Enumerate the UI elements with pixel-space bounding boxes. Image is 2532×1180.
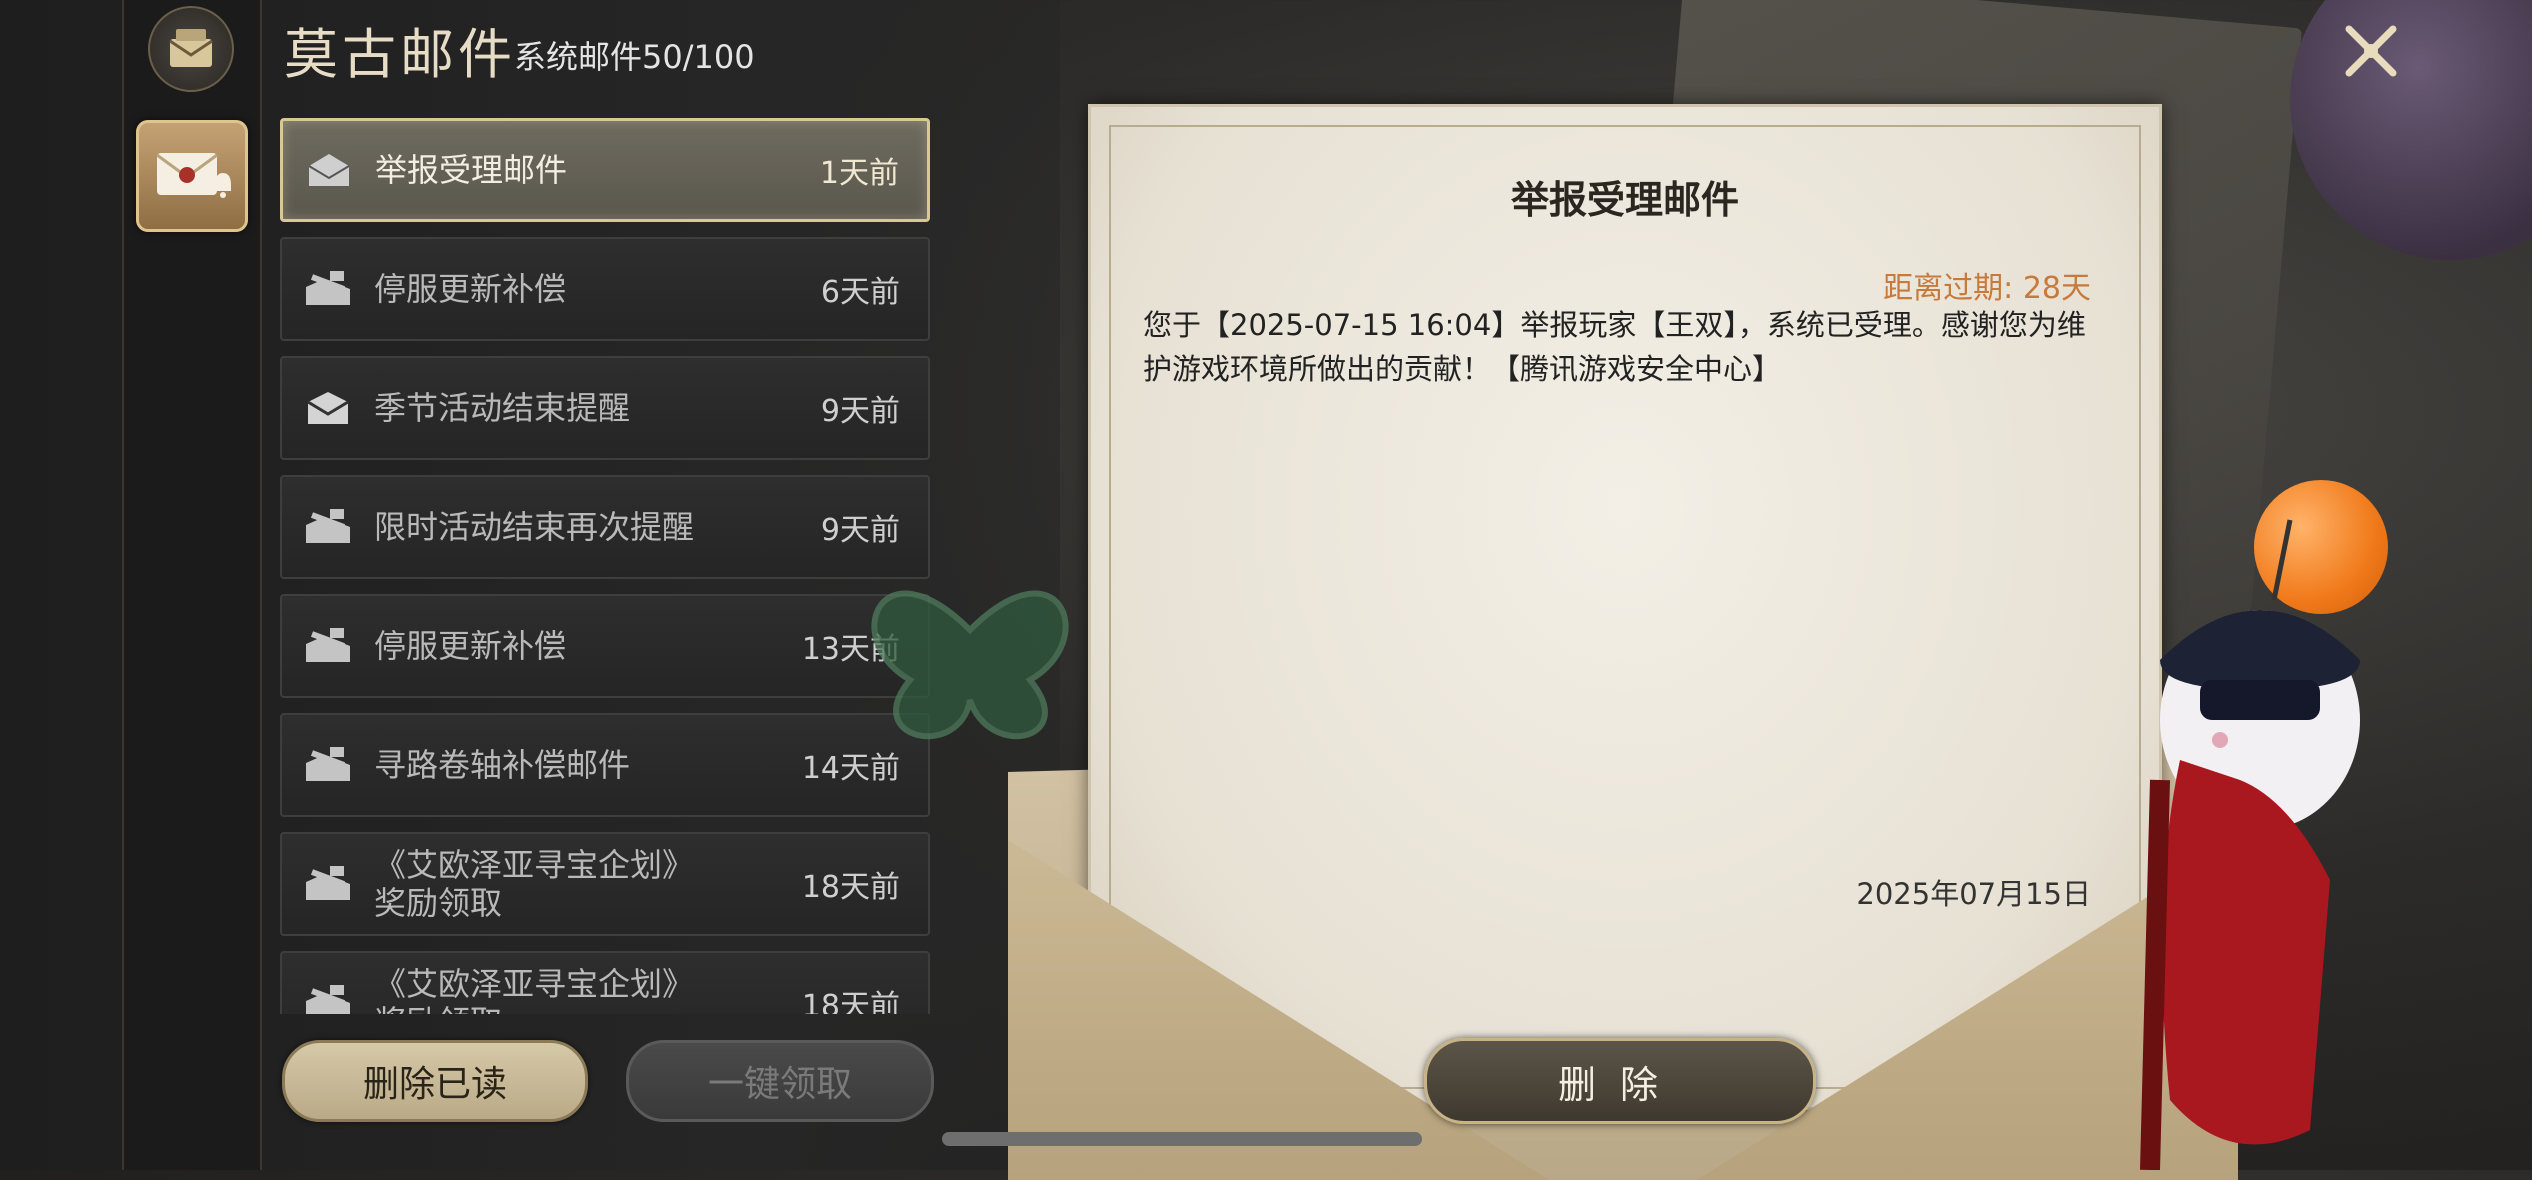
mail-time: 6天前 [820, 275, 900, 310]
mail-open-icon [305, 150, 353, 190]
mail-subject: 《艾欧泽亚寻宝企划》奖励领取 [374, 846, 695, 922]
mailbox-emblem-icon [148, 6, 234, 92]
mail-subject: 寻路卷轴补偿邮件 [374, 746, 631, 784]
mail-attachment-icon [304, 507, 352, 547]
clover-emblem [871, 590, 1069, 740]
close-icon [2345, 25, 2397, 77]
expire-label: 距离过期: 28天 [1883, 271, 2091, 306]
mail-attachment-icon [304, 269, 352, 309]
mail-subject: 举报受理邮件 [375, 151, 568, 189]
letter-date: 2025年07月15日 [1856, 877, 2091, 911]
envelope-bell-icon [156, 153, 231, 198]
scrollbar[interactable] [942, 1132, 1422, 1146]
background-planet [2290, 0, 2532, 260]
mail-list-item[interactable]: 《艾欧泽亚寻宝企划》奖励领取 18天前 [280, 951, 930, 1014]
mail-list-item[interactable]: 举报受理邮件 1天前 [280, 118, 930, 222]
mail-attachment-icon [304, 864, 352, 904]
letter-body: 您于【2025-07-15 16:04】举报玩家【王双】，系统已受理。感谢您为维… [1143, 308, 2086, 386]
mail-list-item[interactable]: 停服更新补偿 6天前 [280, 237, 930, 341]
mail-count-label: 系统邮件50/100 [514, 38, 755, 76]
delete-read-button[interactable]: 删除已读 [282, 1040, 588, 1122]
letter-title: 举报受理邮件 [1510, 178, 1739, 222]
mail-list-item[interactable]: 《艾欧泽亚寻宝企划》奖励领取 18天前 [280, 832, 930, 936]
mail-subject: 《艾欧泽亚寻宝企划》奖励领取 [374, 965, 695, 1014]
mail-time: 18天前 [801, 989, 900, 1014]
mail-closed-icon [304, 388, 352, 428]
mail-subject: 停服更新补偿 [374, 627, 567, 665]
mail-attachment-icon [304, 626, 352, 666]
mail-time: 9天前 [820, 394, 900, 429]
mail-subject: 限时活动结束再次提醒 [374, 508, 695, 546]
delete-button[interactable]: 删除 [1424, 1038, 1816, 1124]
mail-time: 18天前 [801, 870, 900, 905]
moogle-character [2140, 519, 2360, 1170]
letter-sheet: 举报受理邮件 距离过期: 28天 您于【2025-07-15 16:04】举报玩… [1088, 104, 2162, 1110]
system-mail-tab[interactable] [136, 120, 248, 232]
mail-time: 1天前 [819, 156, 899, 191]
mail-attachment-icon [304, 983, 352, 1014]
mail-subject: 停服更新补偿 [374, 270, 567, 308]
page-title: 莫古邮件 [284, 23, 516, 86]
claim-all-button[interactable]: 一键领取 [626, 1040, 934, 1122]
mail-list-item[interactable]: 季节活动结束提醒 9天前 [280, 356, 930, 460]
mail-subject: 季节活动结束提醒 [374, 389, 631, 427]
close-button[interactable] [2336, 16, 2406, 86]
mail-attachment-icon [304, 745, 352, 785]
